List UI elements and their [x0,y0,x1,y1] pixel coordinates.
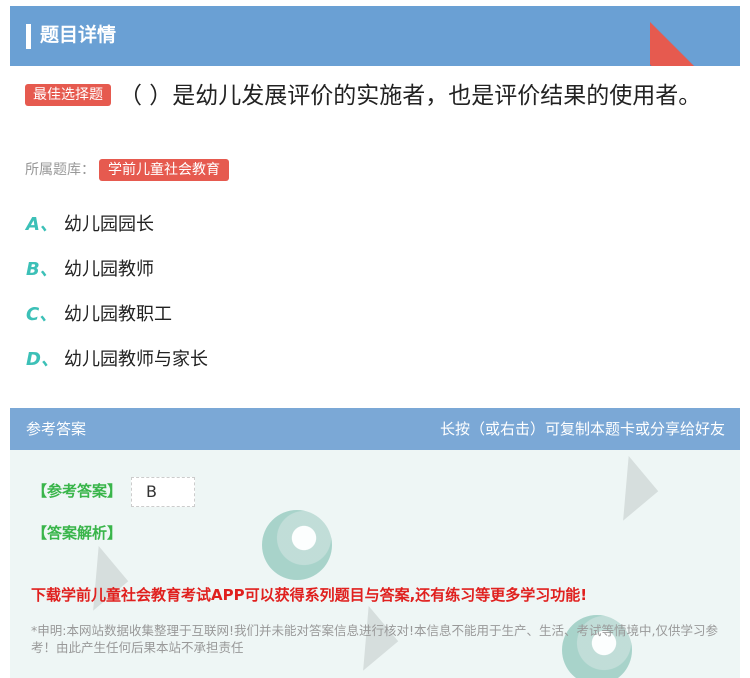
header-accent-bar [26,24,31,49]
question-text: （ ）是幼儿发展评价的实施者，也是评价结果的使用者。 [119,83,702,109]
option-letter: B、 [26,259,58,280]
disclaimer-text: *申明:本网站数据收集整理于互联网!我们并未能对答案信息进行核对!本信息不能用于… [31,623,718,655]
reference-answer-value: B [131,477,195,507]
option-letter: A、 [26,214,58,235]
answer-section-header: 参考答案 长按（或右击）可复制本题卡或分享给好友 [10,408,740,450]
option-text: 幼儿园教师 [64,259,154,280]
ribbon-label: 题卡 [650,22,740,66]
header-title: 题目详情 [40,24,117,46]
answer-analysis-label: 【答案解析】 [32,524,123,542]
question-type-badge: 最佳选择题 [25,84,111,106]
card-ribbon: 题卡 [650,6,740,66]
watermark-logo [262,510,332,580]
option-text: 幼儿园园长 [64,214,154,235]
question-stem: 最佳选择题 （ ）是幼儿发展评价的实施者，也是评价结果的使用者。 [25,78,725,114]
detail-header: 题目详情 题卡 [10,6,740,66]
library-tag[interactable]: 学前儿童社会教育 [99,159,229,181]
library-label: 所属题库： [25,162,95,178]
option-letter: C、 [26,304,58,325]
option-text: 幼儿园教职工 [64,304,172,325]
option-b[interactable]: B、 幼儿园教师 [26,255,426,285]
option-d[interactable]: D、 幼儿园教师与家长 [26,345,426,375]
watermark-mark: ◢ [582,450,664,527]
reference-answer-label: 【参考答案】 [32,482,123,500]
option-c[interactable]: C、 幼儿园教职工 [26,300,426,330]
option-letter: D、 [26,349,59,370]
answer-section-body: ◢ ◢ ◢ 【参考答案】 B 【答案解析】 下载学前儿童社会教育考试APP可以获… [10,450,740,678]
app-download-promo[interactable]: 下载学前儿童社会教育考试APP可以获得系列题目与答案,还有练习等更多学习功能! [31,584,587,605]
question-library: 所属题库： 学前儿童社会教育 [25,158,229,182]
answer-section-title: 参考答案 [26,420,87,438]
option-text: 幼儿园教师与家长 [64,349,208,370]
option-a[interactable]: A、 幼儿园园长 [26,210,426,240]
share-hint: 长按（或右击）可复制本题卡或分享给好友 [439,420,725,438]
